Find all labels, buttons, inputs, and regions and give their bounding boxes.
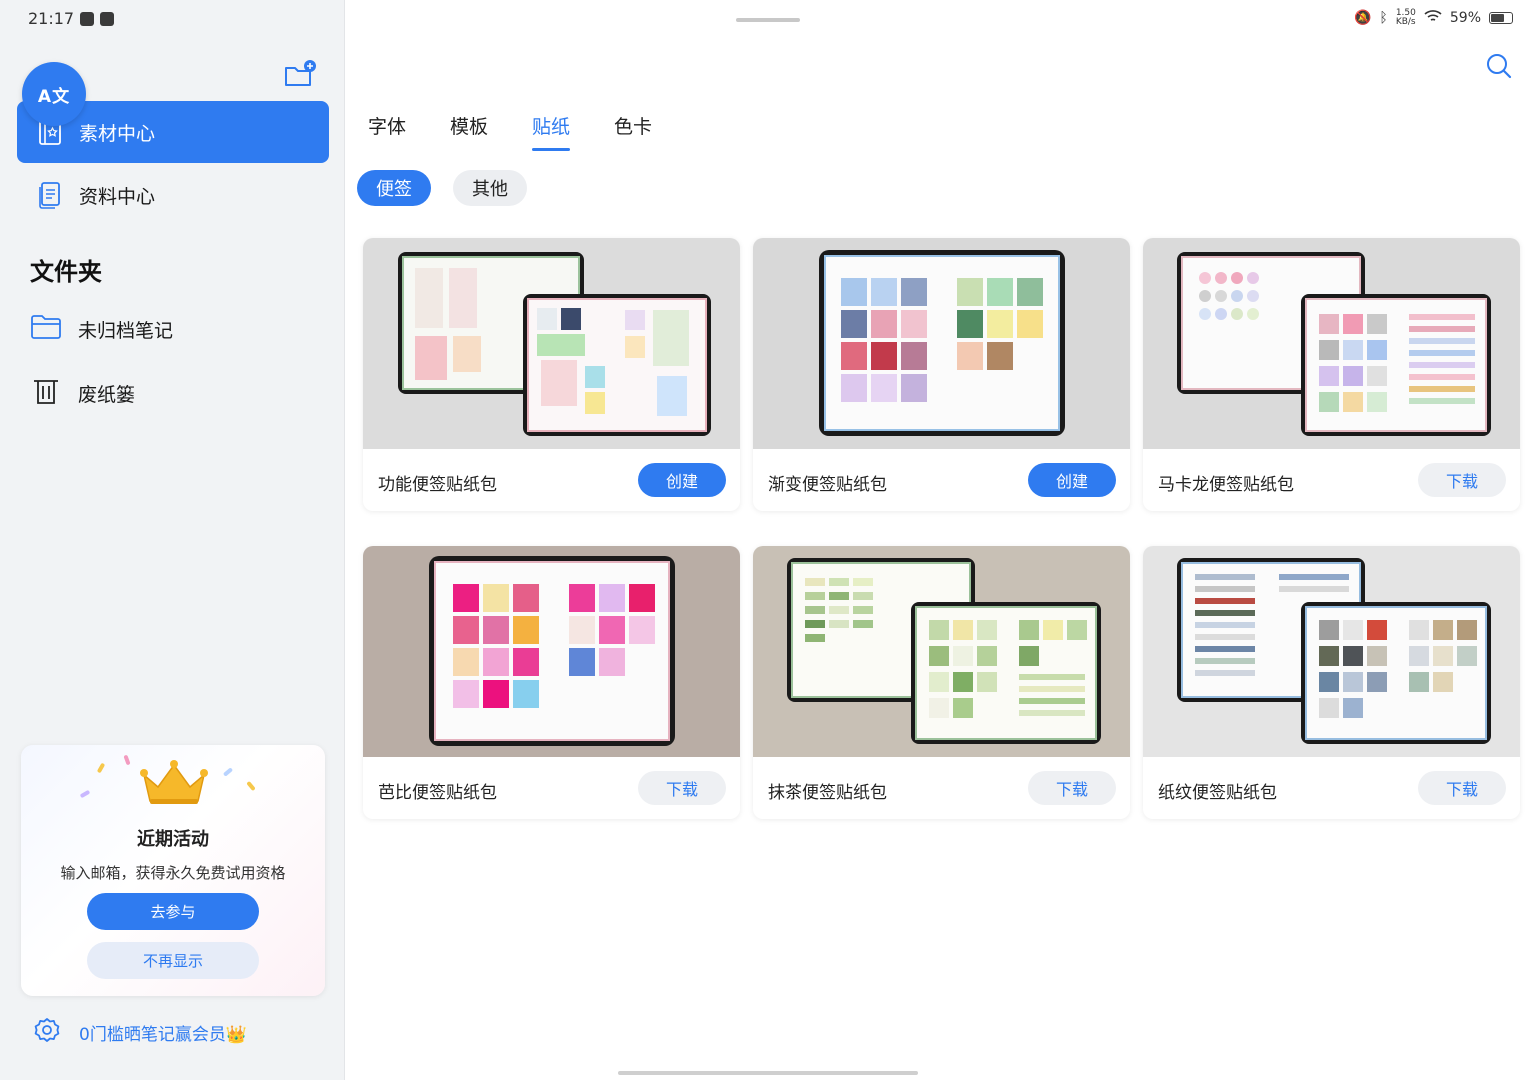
- folder-item-trash[interactable]: 废纸篓: [30, 371, 135, 415]
- document-icon: [37, 181, 63, 209]
- share-notes-label: 0门槛晒笔记赢会员👑: [79, 1025, 247, 1045]
- tab-stickers[interactable]: 贴纸: [532, 112, 571, 151]
- sticker-pack-title: 功能便签贴纸包: [378, 475, 497, 495]
- folder-label-unfiled: 未归档笔记: [78, 319, 174, 342]
- app-notification-icon: [100, 11, 115, 26]
- sticker-pack-card[interactable]: 芭比便签贴纸包 下载: [363, 546, 740, 819]
- sticker-pack-thumbnail: [1143, 546, 1520, 757]
- confetti-decoration: [96, 762, 106, 774]
- nav-label-materials: 素材中心: [79, 122, 156, 145]
- trash-icon: [30, 377, 62, 410]
- sticker-pack-thumbnail: [363, 546, 740, 757]
- join-button[interactable]: 去参与: [87, 893, 259, 930]
- chip-others[interactable]: 其他: [453, 170, 527, 206]
- confetti-decoration: [79, 789, 91, 799]
- confetti-decoration: [123, 754, 131, 766]
- wifi-icon: [1424, 9, 1442, 27]
- folder-label-trash: 废纸篓: [78, 383, 136, 406]
- search-button[interactable]: [1485, 52, 1513, 80]
- filter-chips: 便签 其他: [357, 170, 527, 206]
- category-tabs: 字体 模板 贴纸 色卡: [368, 112, 652, 151]
- bluetooth-icon: ᛒ: [1379, 10, 1388, 26]
- download-button[interactable]: 下载: [1028, 771, 1116, 805]
- translate-badge-text: A文: [37, 86, 71, 107]
- notification-icon: [80, 11, 95, 26]
- sticker-pack-title: 渐变便签贴纸包: [768, 475, 887, 495]
- confetti-decoration: [222, 767, 234, 777]
- sticker-pack-title: 芭比便签贴纸包: [378, 783, 497, 803]
- folder-item-unfiled[interactable]: 未归档笔记: [30, 307, 173, 351]
- folders-section-title: 文件夹: [30, 258, 102, 286]
- gear-icon: [33, 1016, 61, 1049]
- sticker-pack-card[interactable]: 抹茶便签贴纸包 下载: [753, 546, 1130, 819]
- create-button[interactable]: 创建: [638, 463, 726, 497]
- dismiss-button[interactable]: 不再显示: [87, 942, 259, 979]
- promo-description: 输入邮箱，获得永久免费试用资格: [60, 864, 286, 882]
- download-button[interactable]: 下载: [1418, 463, 1506, 497]
- status-bar-right: 🔕 ᛒ 1.50 KB/s 59%: [1354, 9, 1513, 27]
- battery-percent: 59%: [1449, 10, 1481, 26]
- sticker-pack-thumbnail: [753, 238, 1130, 449]
- tab-color-cards[interactable]: 色卡: [614, 112, 652, 139]
- tab-fonts[interactable]: 字体: [368, 112, 406, 139]
- status-bar-left: 21:17: [28, 9, 115, 28]
- folder-icon: [30, 314, 62, 345]
- download-button[interactable]: 下载: [1418, 771, 1506, 805]
- nav-item-documents[interactable]: 资料中心: [17, 164, 329, 226]
- crown-icon: [140, 760, 208, 804]
- net-speed-unit: KB/s: [1395, 17, 1416, 27]
- sticker-pack-thumbnail: [753, 546, 1130, 757]
- main-content: 🔕 ᛒ 1.50 KB/s 59% 字体 模板 贴纸 色卡 便签 其他 功能便签…: [346, 0, 1537, 1080]
- home-indicator[interactable]: [618, 1071, 918, 1075]
- sticker-pack-thumbnail: [1143, 238, 1520, 449]
- search-icon: [1487, 54, 1512, 79]
- promo-card: 近期活动 输入邮箱，获得永久免费试用资格 去参与 不再显示: [21, 745, 325, 996]
- sticker-pack-card[interactable]: 马卡龙便签贴纸包 下载: [1143, 238, 1520, 511]
- nav-label-documents: 资料中心: [79, 185, 156, 208]
- tab-templates[interactable]: 模板: [450, 112, 488, 139]
- status-time: 21:17: [28, 9, 75, 28]
- translate-icon[interactable]: A文: [22, 62, 86, 126]
- sticker-pack-card[interactable]: 纸纹便签贴纸包 下载: [1143, 546, 1520, 819]
- new-folder-button[interactable]: [282, 58, 318, 90]
- net-speed: 1.50 KB/s: [1396, 9, 1416, 27]
- sticker-pack-thumbnail: [363, 238, 740, 449]
- create-button[interactable]: 创建: [1028, 463, 1116, 497]
- sticker-pack-grid: 功能便签贴纸包 创建 渐变便签贴纸包 创建 马卡龙便签贴纸包 下载 芭比便签贴纸…: [363, 238, 1520, 819]
- sidebar: 21:17 A文 素材中心 资料中心 文件夹 未归档笔记 废纸篓 近期活动 输入…: [0, 0, 345, 1080]
- confetti-decoration: [246, 780, 256, 792]
- mute-icon: 🔕: [1353, 10, 1372, 26]
- drag-handle[interactable]: [736, 18, 800, 22]
- chip-sticky-notes[interactable]: 便签: [357, 170, 431, 206]
- battery-icon: [1489, 12, 1513, 24]
- sticker-pack-title: 马卡龙便签贴纸包: [1158, 475, 1294, 495]
- sticker-pack-card[interactable]: 功能便签贴纸包 创建: [363, 238, 740, 511]
- share-notes-link[interactable]: 0门槛晒笔记赢会员👑: [33, 1016, 247, 1049]
- new-folder-icon: [285, 60, 316, 86]
- promo-title: 近期活动: [137, 829, 209, 850]
- sticker-pack-title: 纸纹便签贴纸包: [1158, 783, 1277, 803]
- sticker-pack-title: 抹茶便签贴纸包: [768, 783, 887, 803]
- download-button[interactable]: 下载: [638, 771, 726, 805]
- sticker-pack-card[interactable]: 渐变便签贴纸包 创建: [753, 238, 1130, 511]
